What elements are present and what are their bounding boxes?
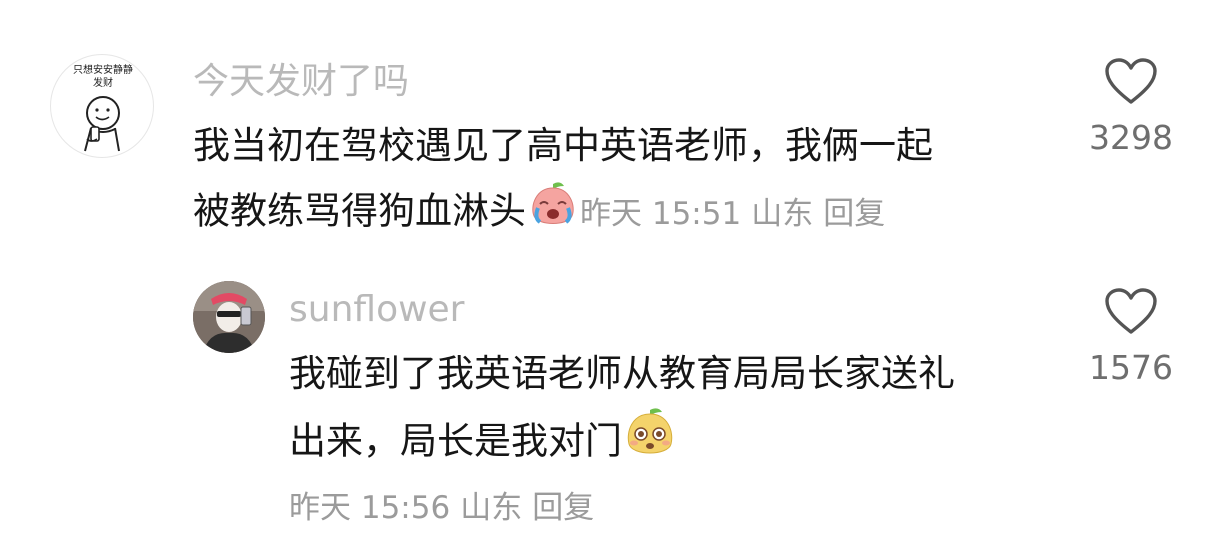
timestamp: 昨天 15:56 [289,490,451,526]
timestamp: 昨天 15:51 [580,195,742,232]
comment-text-line: 被教练骂得狗血淋头 昨天 15:51 山东 回复 [193,178,933,248]
avatar-photo-image [193,281,265,353]
location: 山东 [460,490,523,526]
comment-text-line: 我当初在驾校遇见了高中英语老师，我俩一起 [193,124,933,167]
username[interactable]: sunflower [289,288,464,332]
location: 山东 [751,195,814,232]
like-count: 1576 [1089,348,1173,387]
comment-text-line-content: 被教练骂得狗血淋头 [193,189,526,233]
comment-meta: 昨天 15:51 山东 回复 [580,196,895,232]
comment-text: 我碰到了我英语老师从教育局局长家送礼 出来，局长是我对门 [289,342,955,480]
reply-button[interactable]: 回复 [532,490,594,526]
crying-peach-emoji [526,178,580,248]
like-button[interactable]: 1576 [1076,288,1186,388]
comment-text: 我当初在驾校遇见了高中英语老师，我俩一起 被教练骂得狗血淋头 昨天 15:51 山… [193,114,933,248]
heart-outline-icon [1105,58,1157,104]
username[interactable]: 今天发财了吗 [193,60,409,104]
comment-meta: 昨天 15:56 山东 回复 [289,484,604,532]
avatar-doodle-image: 只想安安静静 发财 [73,63,133,152]
surprised-face-emoji [622,406,678,480]
reply-button[interactable]: 回复 [823,196,885,232]
avatar[interactable] [193,281,265,353]
avatar-caption-line2: 发财 [93,76,113,89]
avatar[interactable]: 只想安安静静 发财 [50,54,154,158]
like-button[interactable]: 3298 [1076,58,1186,158]
comment-text-line: 出来，局长是我对门 [289,406,955,480]
comment-text-line: 我碰到了我英语老师从教育局局长家送礼 [289,352,955,395]
avatar-caption-line1: 只想安安静静 [73,63,133,76]
comment-text-line-content: 出来，局长是我对门 [289,419,622,463]
like-count: 3298 [1089,118,1173,157]
heart-outline-icon [1105,288,1157,334]
